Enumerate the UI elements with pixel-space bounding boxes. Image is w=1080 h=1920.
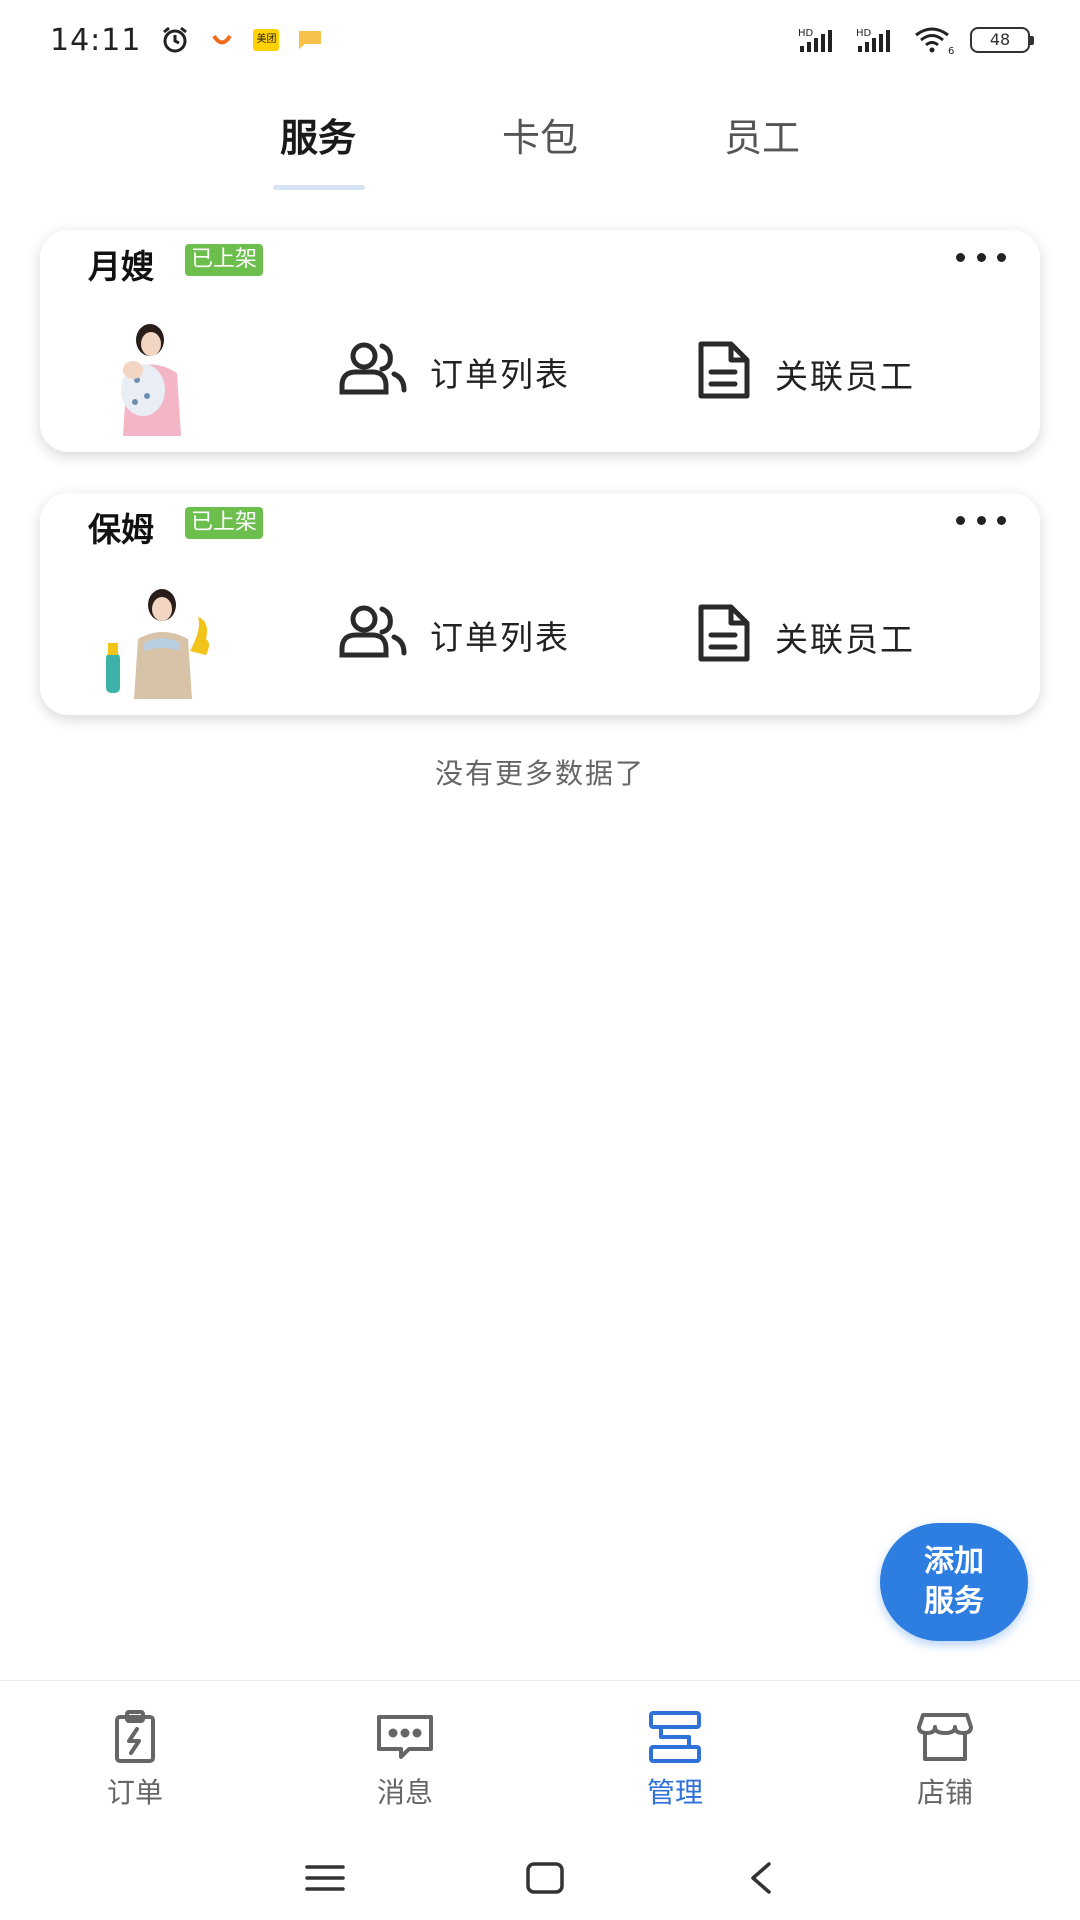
store-icon [917, 1713, 973, 1761]
svg-text:6: 6 [948, 46, 954, 55]
tab-active-underline [273, 185, 365, 190]
linked-staff-button[interactable]: 关联员工 [695, 603, 915, 671]
nav-label: 店铺 [916, 1776, 973, 1809]
nav-item-manage[interactable]: 管理 [540, 1681, 810, 1830]
dot [997, 515, 1006, 525]
bottom-navigation: 订单 消息 管理 店铺 [0, 1680, 1080, 1830]
signal-2-icon: HD [854, 26, 898, 54]
status-badge: 已上架 [185, 244, 264, 276]
svg-text:HD: HD [856, 28, 872, 39]
tab-service[interactable]: 服务 [207, 95, 429, 195]
nav-label: 管理 [646, 1776, 703, 1809]
order-list-button[interactable]: 订单列表 [338, 603, 570, 667]
menu-icon[interactable] [305, 1863, 345, 1893]
nav-item-store[interactable]: 店铺 [810, 1681, 1080, 1830]
nav-item-messages[interactable]: 消息 [270, 1681, 540, 1830]
service-card[interactable]: 月嫂 已上架 订单列表 关联员工 [40, 230, 1040, 452]
nav-label: 消息 [376, 1776, 433, 1809]
action-label: 关联员工 [775, 620, 915, 659]
manage-icon [649, 1711, 701, 1763]
alarm-icon [159, 24, 191, 56]
add-service-button[interactable]: 添加 服务 [880, 1523, 1028, 1641]
status-left: 14:11 美团 [50, 23, 323, 58]
action-label: 订单列表 [430, 618, 570, 657]
tab-label: 员工 [723, 116, 800, 160]
document-icon [695, 340, 753, 408]
chat-icon [377, 1715, 433, 1759]
tab-card-package[interactable]: 卡包 [429, 95, 651, 195]
signal-1-icon: HD [796, 26, 840, 54]
dot [976, 515, 986, 525]
dot [956, 515, 965, 525]
top-tabs: 服务 卡包 员工 [0, 95, 1080, 195]
users-icon [338, 340, 408, 404]
more-options-button[interactable] [956, 250, 1006, 264]
fab-label-line2: 服务 [924, 1584, 984, 1619]
meituan-icon: 美团 [253, 29, 280, 51]
back-icon[interactable] [745, 1860, 775, 1896]
didi-icon [209, 27, 235, 53]
battery-indicator: 48 [970, 27, 1034, 53]
action-label: 关联员工 [775, 357, 915, 396]
linked-staff-button[interactable]: 关联员工 [695, 340, 915, 408]
dot [976, 252, 986, 262]
tab-label: 服务 [279, 116, 356, 160]
maternity-nurse-photo [95, 318, 205, 436]
service-card[interactable]: 保姆 已上架 订单列表 关联员工 [40, 493, 1040, 715]
tab-staff[interactable]: 员工 [651, 95, 873, 195]
clipboard-icon [115, 1710, 155, 1763]
system-navigation [0, 1835, 1080, 1920]
status-time: 14:11 [50, 22, 142, 58]
fab-label-line1: 添加 [924, 1544, 984, 1579]
document-icon [695, 603, 753, 671]
nanny-photo [98, 581, 218, 699]
wifi-icon: 6 [912, 25, 956, 55]
dot [997, 252, 1006, 262]
svg-text:HD: HD [798, 28, 814, 39]
service-title: 保姆 [88, 510, 154, 549]
more-options-button[interactable] [956, 513, 1006, 527]
nav-label: 订单 [106, 1776, 163, 1809]
users-icon [338, 603, 408, 667]
nav-item-orders[interactable]: 订单 [0, 1681, 270, 1830]
action-label: 订单列表 [430, 355, 570, 394]
dot [956, 252, 965, 262]
no-more-data-text: 没有更多数据了 [434, 757, 645, 790]
status-right: HD HD 6 48 [796, 25, 1034, 55]
message-app-icon [297, 29, 323, 51]
service-title: 月嫂 [88, 247, 154, 286]
order-list-button[interactable]: 订单列表 [338, 340, 570, 404]
home-icon[interactable] [525, 1861, 565, 1895]
tab-label: 卡包 [501, 116, 578, 160]
status-badge: 已上架 [185, 507, 264, 539]
status-bar: 14:11 美团 HD HD 6 48 [0, 0, 1080, 80]
